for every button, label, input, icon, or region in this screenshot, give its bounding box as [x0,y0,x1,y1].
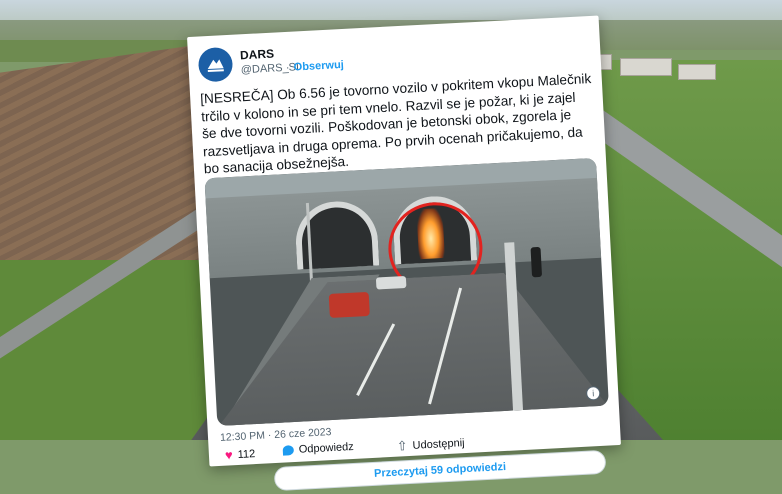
white-car [375,275,407,290]
heart-icon: ♥ [224,447,234,463]
follow-button[interactable]: Obserwuj [293,59,344,74]
tweet-video[interactable]: i [204,157,609,427]
share-label: Udostępnij [412,437,465,452]
like-button[interactable]: ♥ 112 [224,446,256,463]
traffic-signal [530,246,543,278]
reply-icon [282,445,295,456]
account-name[interactable]: DARS [240,47,275,63]
separator-dot: · [285,61,290,74]
red-van [328,291,370,318]
account-handle[interactable]: @DARS_SI [241,61,300,76]
dars-logo-icon[interactable] [197,46,234,83]
reply-button[interactable]: Odpowiedz [282,441,354,457]
share-icon: ⇧ [396,438,409,454]
tweet-card: DARS @DARS_SI · Obserwuj [NESREČA] Ob 6.… [187,15,621,492]
reply-label: Odpowiedz [298,440,355,456]
share-button[interactable]: ⇧ Udostępnij [396,435,465,455]
like-count: 112 [237,447,256,461]
